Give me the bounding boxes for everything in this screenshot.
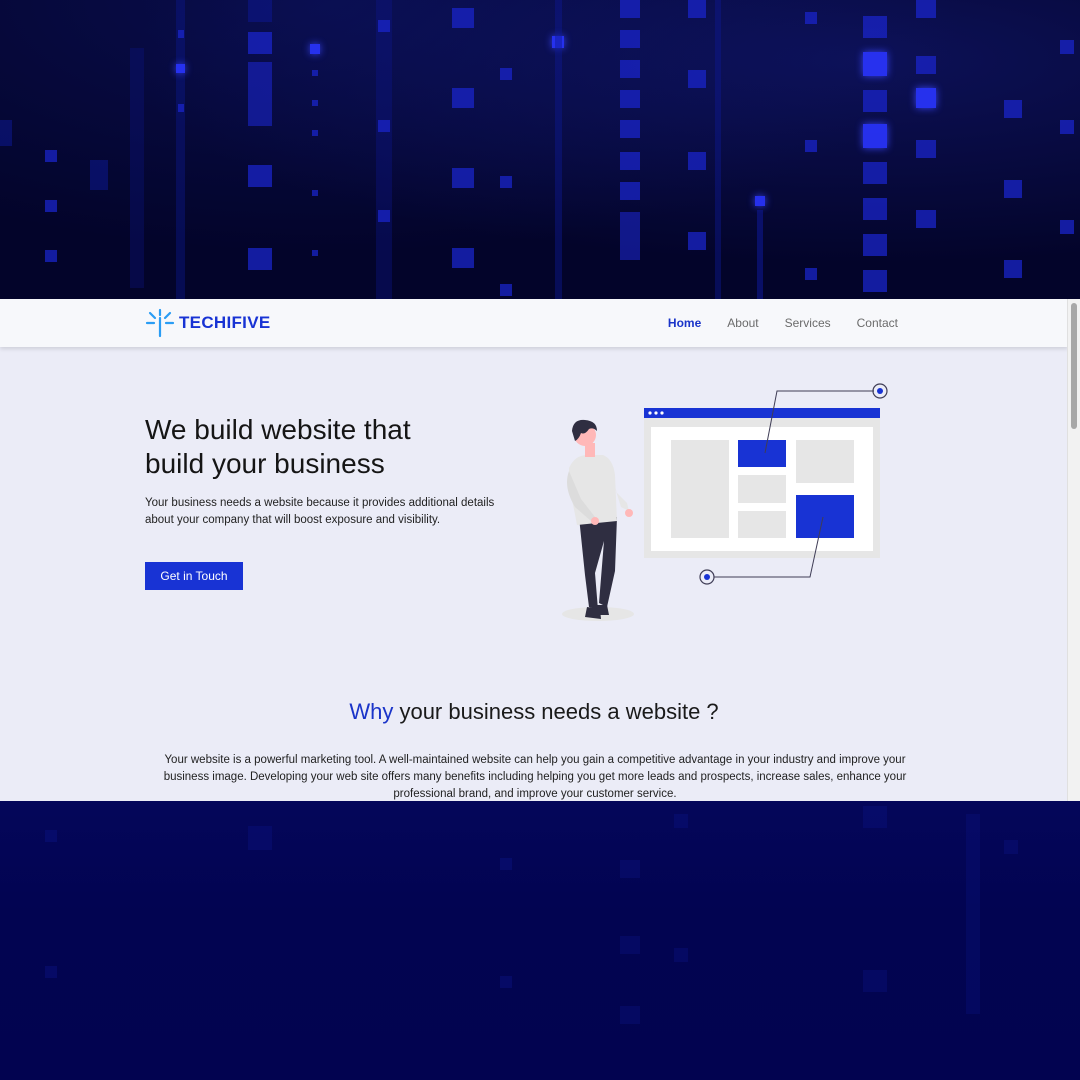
- spark-logo-icon: [145, 308, 175, 338]
- brand-logo-link[interactable]: TECHIFIVE: [145, 305, 271, 341]
- person-with-website-wireframe-illustration: [562, 383, 888, 621]
- navbar: TECHIFIVE Home About Services Contact: [0, 299, 1068, 347]
- digital-background-top: [0, 0, 1080, 300]
- hero-title: We build website that build your busines…: [145, 413, 525, 481]
- scrollbar-thumb[interactable]: [1071, 303, 1077, 429]
- nav-home[interactable]: Home: [668, 316, 701, 330]
- digital-background-bottom: [0, 800, 1080, 1080]
- hero-title-line1: We build website that: [145, 414, 411, 445]
- nav-about[interactable]: About: [727, 316, 758, 330]
- nav-contact[interactable]: Contact: [857, 316, 898, 330]
- nav-services[interactable]: Services: [785, 316, 831, 330]
- main-nav: Home About Services Contact: [668, 299, 898, 347]
- why-section-text: Your website is a powerful marketing too…: [163, 754, 907, 800]
- why-section-title: Why your business needs a website ?: [0, 699, 1068, 725]
- hero-title-line2: build your business: [145, 448, 385, 479]
- get-in-touch-button[interactable]: Get in Touch: [145, 562, 243, 590]
- website-page: TECHIFIVE Home About Services Contact We…: [0, 299, 1080, 801]
- vertical-scrollbar[interactable]: [1067, 299, 1080, 801]
- why-title-accent: Why: [349, 699, 394, 724]
- hero-description: Your business needs a website because it…: [145, 497, 495, 526]
- why-title-rest: your business needs a website ?: [393, 699, 719, 724]
- brand-name: TECHIFIVE: [179, 313, 271, 332]
